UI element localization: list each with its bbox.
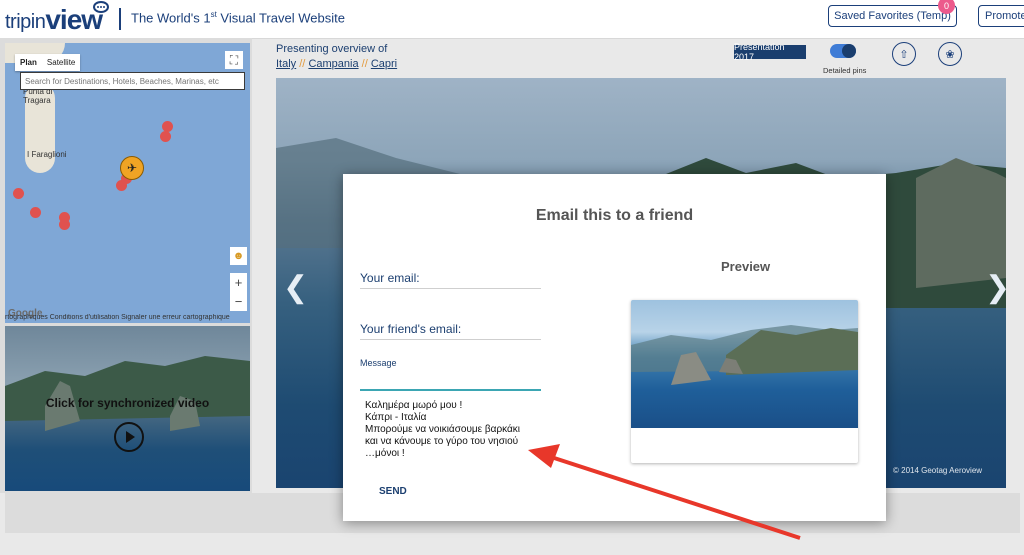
map-pin[interactable] bbox=[160, 131, 171, 142]
detailed-pins-toggle[interactable] bbox=[830, 44, 856, 58]
lotus-icon[interactable]: ❀ bbox=[938, 42, 962, 66]
detailed-pins-label: Detailed pins bbox=[823, 66, 867, 75]
previous-arrow-icon[interactable]: ❮ bbox=[283, 270, 308, 305]
tripinview-logo[interactable]: tripin view bbox=[5, 1, 109, 34]
zoom-out-button[interactable]: − bbox=[230, 292, 247, 311]
logo-bubble-icon bbox=[93, 1, 109, 13]
map-pin[interactable] bbox=[13, 188, 24, 199]
preview-scenery bbox=[631, 325, 858, 385]
map-type-tabs: Plan Satellite bbox=[15, 54, 81, 71]
current-location-pin-icon[interactable]: ✈ bbox=[120, 156, 144, 180]
tab-satellite[interactable]: Satellite bbox=[42, 54, 80, 71]
your-email-field[interactable]: Your email: bbox=[360, 271, 420, 285]
logo-trip-text: tripin bbox=[5, 11, 46, 33]
photo-copyright: © 2014 Geotag Aeroview bbox=[893, 466, 983, 475]
top-header: tripin view The World's 1st Visual Travel… bbox=[0, 0, 1024, 39]
message-field-underline bbox=[360, 389, 541, 391]
preview-image bbox=[631, 300, 858, 428]
play-icon[interactable] bbox=[114, 422, 144, 452]
zoom-control: + − bbox=[230, 273, 247, 311]
friend-email-field[interactable]: Your friend's email: bbox=[360, 322, 461, 336]
send-button[interactable]: SEND bbox=[379, 486, 407, 497]
breadcrumb-campania[interactable]: Campania bbox=[308, 58, 358, 70]
breadcrumb: Italy // Campania // Capri bbox=[276, 58, 397, 70]
header-divider bbox=[119, 8, 121, 30]
map-search-input[interactable] bbox=[20, 72, 245, 90]
breadcrumb-separator: // bbox=[361, 58, 368, 70]
message-label: Message bbox=[360, 358, 397, 368]
modal-title: Email this to a friend bbox=[535, 207, 694, 224]
email-friend-modal: Email this to a friend Your email: Your … bbox=[343, 174, 886, 521]
synchronized-video-panel[interactable]: Click for synchronized video bbox=[5, 326, 250, 491]
friend-email-underline bbox=[360, 339, 541, 340]
tab-plan[interactable]: Plan bbox=[15, 54, 42, 71]
map-footer-links[interactable]: rtographiques Conditions d'utilisation S… bbox=[5, 314, 250, 324]
next-arrow-icon[interactable]: ❯ bbox=[985, 270, 1010, 305]
left-panel: Punta di Tragara I Faraglioni ✈ Plan Sat… bbox=[0, 38, 252, 493]
your-email-underline bbox=[360, 288, 541, 289]
fullscreen-icon[interactable]: ⛶ bbox=[225, 51, 243, 69]
breadcrumb-capri[interactable]: Capri bbox=[371, 58, 397, 70]
street-view-pegman-icon[interactable]: ☻ bbox=[230, 247, 247, 265]
promote-button[interactable]: Promote bbox=[978, 5, 1024, 27]
share-icon[interactable]: ⇧ bbox=[892, 42, 916, 66]
site-tagline: The World's 1st Visual Travel Website bbox=[131, 10, 345, 26]
presentation-overview-label: Presenting overview of bbox=[276, 43, 388, 55]
map-label-faraglioni: I Faraglioni bbox=[27, 150, 67, 159]
preview-card bbox=[631, 300, 858, 463]
breadcrumb-separator: // bbox=[299, 58, 306, 70]
zoom-in-button[interactable]: + bbox=[230, 273, 247, 292]
video-label: Click for synchronized video bbox=[45, 396, 210, 410]
map-pin[interactable] bbox=[59, 219, 70, 230]
map-pin[interactable] bbox=[30, 207, 41, 218]
presentation-year-button[interactable]: Presentation 2017 bbox=[734, 42, 806, 62]
map-view[interactable]: Punta di Tragara I Faraglioni ✈ Plan Sat… bbox=[5, 43, 250, 323]
message-textarea[interactable]: Καλημέρα μωρό μου ! Κάπρι - Ιταλία Μπορο… bbox=[365, 400, 545, 460]
breadcrumb-italy[interactable]: Italy bbox=[276, 58, 296, 70]
preview-title: Preview bbox=[721, 259, 771, 274]
